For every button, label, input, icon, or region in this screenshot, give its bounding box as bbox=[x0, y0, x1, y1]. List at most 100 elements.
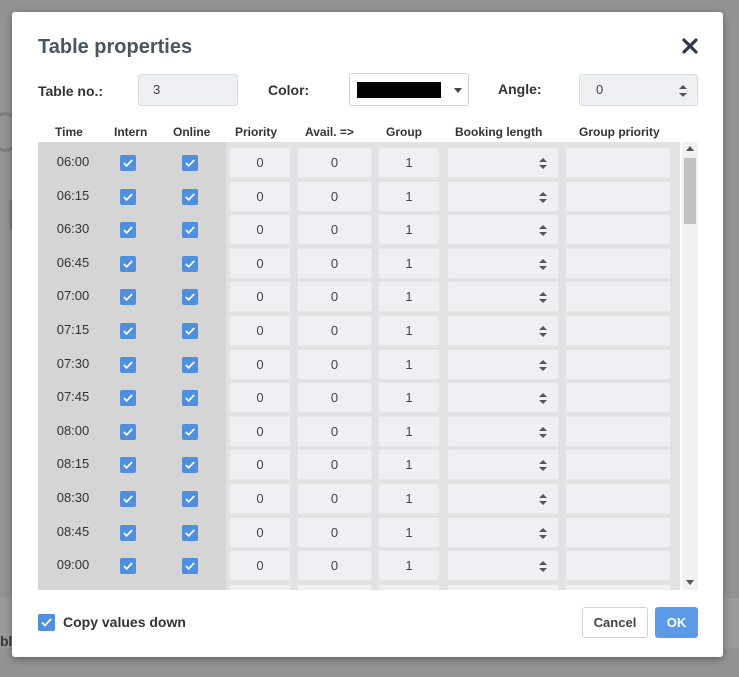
copy-values-down-checkbox[interactable] bbox=[38, 614, 55, 631]
intern-checkbox[interactable] bbox=[120, 457, 136, 474]
online-checkbox[interactable] bbox=[182, 255, 198, 272]
booking-length-select[interactable] bbox=[447, 348, 559, 380]
angle-input[interactable]: 0 bbox=[579, 74, 698, 106]
priority-input[interactable]: 0 bbox=[229, 415, 291, 447]
booking-length-select[interactable] bbox=[447, 315, 559, 346]
priority-input[interactable]: 0 bbox=[229, 247, 291, 279]
priority-input[interactable]: 0 bbox=[229, 281, 291, 313]
avail-input[interactable]: 0 bbox=[297, 550, 372, 582]
online-checkbox[interactable] bbox=[182, 356, 198, 373]
intern-checkbox[interactable] bbox=[120, 155, 136, 171]
booking-length-select[interactable] bbox=[447, 550, 559, 582]
priority-input[interactable]: 0 bbox=[229, 315, 291, 346]
group-priority-input[interactable] bbox=[565, 281, 671, 313]
booking-length-select[interactable] bbox=[447, 180, 559, 212]
intern-checkbox[interactable] bbox=[120, 491, 136, 507]
group-input[interactable]: 1 bbox=[378, 348, 440, 380]
priority-input[interactable]: 0 bbox=[229, 483, 291, 514]
avail-input[interactable] bbox=[297, 583, 372, 590]
online-checkbox[interactable] bbox=[182, 323, 198, 339]
group-input[interactable]: 1 bbox=[378, 281, 440, 313]
booking-length-select[interactable] bbox=[447, 281, 559, 313]
intern-checkbox[interactable] bbox=[120, 356, 136, 373]
group-input[interactable]: 1 bbox=[378, 449, 440, 481]
intern-checkbox[interactable] bbox=[120, 255, 136, 272]
intern-checkbox[interactable] bbox=[120, 188, 136, 205]
booking-length-select[interactable] bbox=[447, 449, 559, 481]
avail-input[interactable]: 0 bbox=[297, 147, 372, 178]
booking-length-select[interactable] bbox=[447, 247, 559, 279]
group-priority-input[interactable] bbox=[565, 147, 671, 178]
intern-checkbox[interactable] bbox=[120, 289, 136, 306]
group-input[interactable]: 1 bbox=[378, 147, 440, 178]
group-priority-input[interactable] bbox=[565, 449, 671, 481]
avail-input[interactable]: 0 bbox=[297, 281, 372, 313]
avail-input[interactable]: 0 bbox=[297, 415, 372, 447]
group-input[interactable]: 1 bbox=[378, 415, 440, 447]
priority-input[interactable]: 0 bbox=[229, 449, 291, 481]
intern-checkbox[interactable] bbox=[120, 423, 136, 440]
avail-input[interactable]: 0 bbox=[297, 214, 372, 246]
group-priority-input[interactable] bbox=[565, 214, 671, 246]
table-scrollbar[interactable] bbox=[682, 142, 698, 590]
online-checkbox[interactable] bbox=[182, 155, 198, 171]
group-input[interactable]: 1 bbox=[378, 214, 440, 246]
avail-input[interactable]: 0 bbox=[297, 449, 372, 481]
group-priority-input[interactable] bbox=[565, 516, 671, 548]
close-icon[interactable] bbox=[681, 37, 699, 55]
intern-checkbox[interactable] bbox=[120, 558, 136, 575]
intern-checkbox[interactable] bbox=[120, 222, 136, 239]
online-checkbox[interactable] bbox=[182, 222, 198, 239]
online-checkbox[interactable] bbox=[182, 491, 198, 507]
avail-input[interactable]: 0 bbox=[297, 483, 372, 514]
group-priority-input[interactable] bbox=[565, 583, 671, 590]
online-checkbox[interactable] bbox=[182, 390, 198, 407]
online-checkbox[interactable] bbox=[182, 524, 198, 541]
priority-input[interactable]: 0 bbox=[229, 214, 291, 246]
group-priority-input[interactable] bbox=[565, 247, 671, 279]
scroll-down-icon[interactable] bbox=[686, 580, 694, 585]
intern-checkbox[interactable] bbox=[120, 390, 136, 407]
booking-length-select[interactable] bbox=[447, 415, 559, 447]
avail-input[interactable]: 0 bbox=[297, 315, 372, 346]
avail-input[interactable]: 0 bbox=[297, 348, 372, 380]
group-input[interactable]: 1 bbox=[378, 382, 440, 414]
group-priority-input[interactable] bbox=[565, 315, 671, 346]
scroll-up-icon[interactable] bbox=[686, 146, 694, 151]
priority-input[interactable]: 0 bbox=[229, 382, 291, 414]
booking-length-select[interactable] bbox=[447, 147, 559, 178]
group-input[interactable]: 1 bbox=[378, 550, 440, 582]
priority-input[interactable]: 0 bbox=[229, 180, 291, 212]
booking-length-select[interactable] bbox=[447, 583, 559, 590]
ok-button[interactable]: OK bbox=[655, 607, 698, 638]
color-select[interactable] bbox=[349, 73, 469, 106]
online-checkbox[interactable] bbox=[182, 457, 198, 474]
group-priority-input[interactable] bbox=[565, 483, 671, 514]
group-input[interactable]: 1 bbox=[378, 516, 440, 548]
group-priority-input[interactable] bbox=[565, 348, 671, 380]
group-priority-input[interactable] bbox=[565, 550, 671, 582]
priority-input[interactable]: 0 bbox=[229, 147, 291, 178]
group-input[interactable]: 1 bbox=[378, 315, 440, 346]
cancel-button[interactable]: Cancel bbox=[582, 607, 648, 638]
avail-input[interactable]: 0 bbox=[297, 516, 372, 548]
online-checkbox[interactable] bbox=[182, 188, 198, 205]
online-checkbox[interactable] bbox=[182, 289, 198, 306]
intern-checkbox[interactable] bbox=[120, 323, 136, 339]
group-input[interactable]: 1 bbox=[378, 180, 440, 212]
booking-length-select[interactable] bbox=[447, 214, 559, 246]
avail-input[interactable]: 0 bbox=[297, 382, 372, 414]
priority-input[interactable]: 0 bbox=[229, 516, 291, 548]
booking-length-select[interactable] bbox=[447, 516, 559, 548]
scroll-thumb[interactable] bbox=[684, 158, 696, 224]
group-input[interactable]: 1 bbox=[378, 483, 440, 514]
group-priority-input[interactable] bbox=[565, 415, 671, 447]
group-priority-input[interactable] bbox=[565, 382, 671, 414]
group-input[interactable] bbox=[378, 583, 440, 590]
online-checkbox[interactable] bbox=[182, 423, 198, 440]
priority-input[interactable]: 0 bbox=[229, 348, 291, 380]
booking-length-select[interactable] bbox=[447, 382, 559, 414]
priority-input[interactable] bbox=[229, 583, 291, 590]
table-no-input[interactable]: 3 bbox=[138, 74, 238, 106]
booking-length-select[interactable] bbox=[447, 483, 559, 514]
